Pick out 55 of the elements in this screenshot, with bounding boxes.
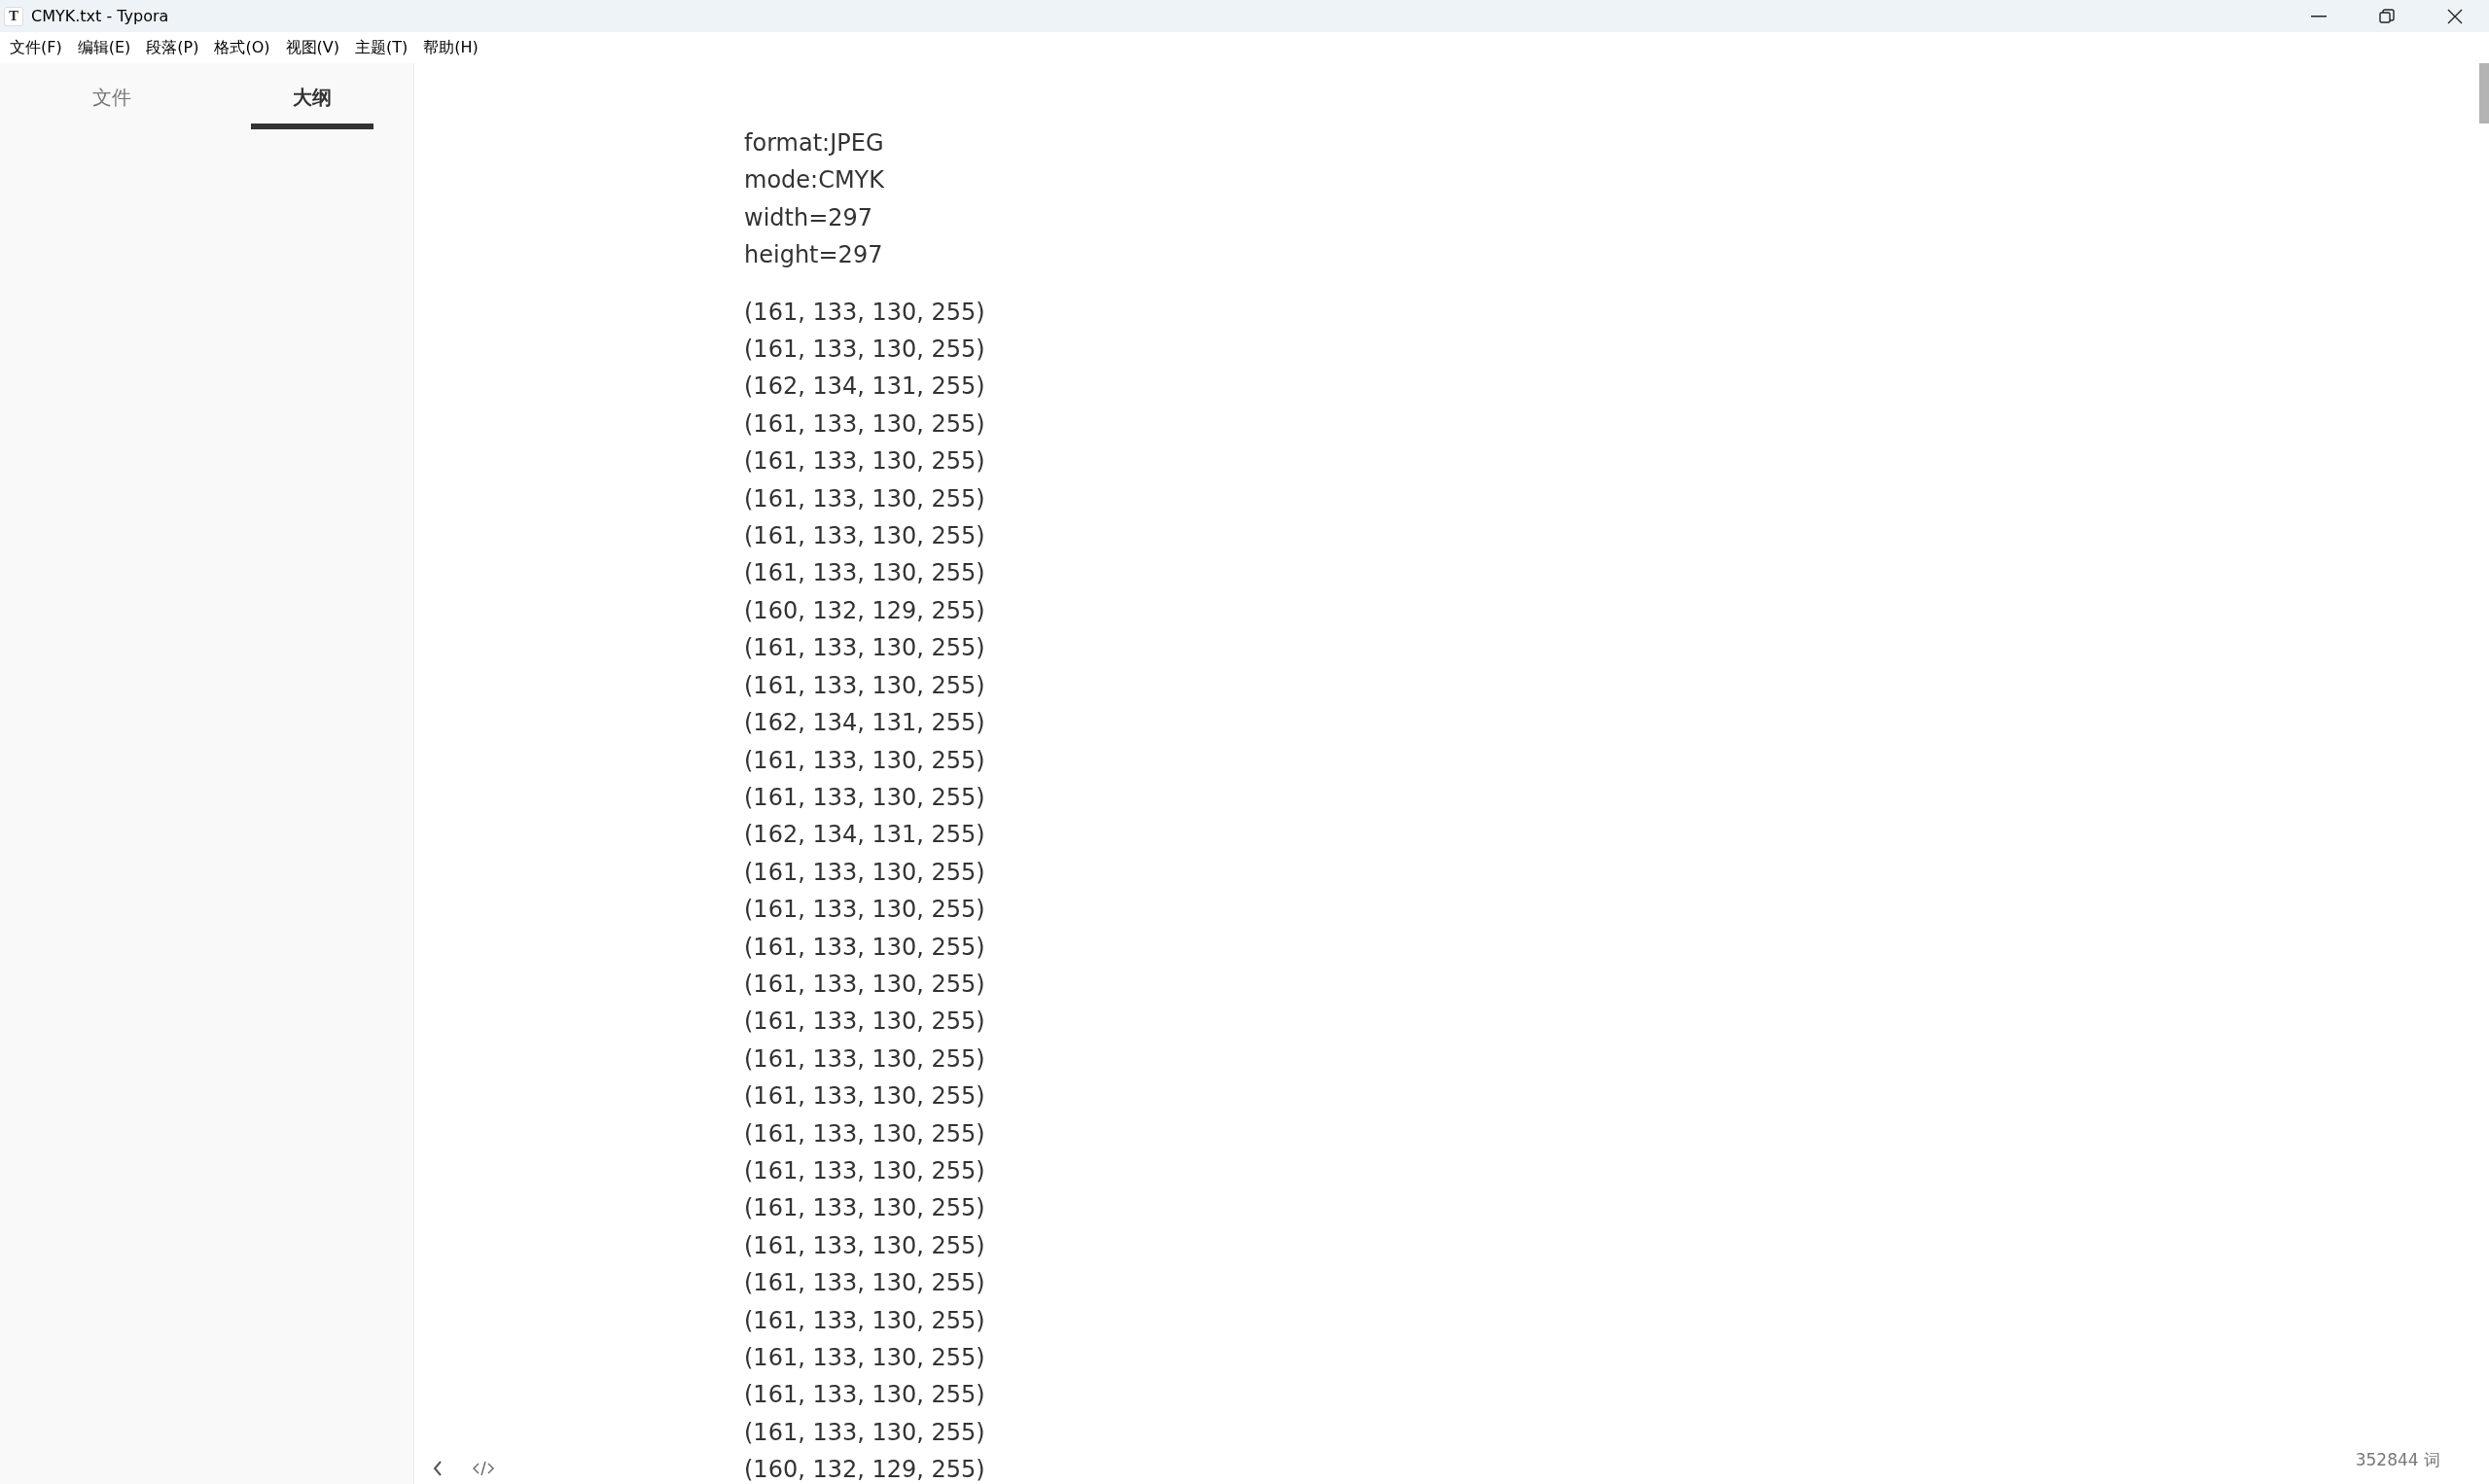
menu-item[interactable]: 段落(P) xyxy=(138,36,207,59)
text-line: (161, 133, 130, 255) xyxy=(744,895,985,926)
text-line: (162, 134, 131, 255) xyxy=(744,820,985,851)
menu-item[interactable]: 主题(T) xyxy=(346,36,416,59)
menu-item[interactable]: 格式(O) xyxy=(206,36,278,59)
source-code-button[interactable] xyxy=(471,1459,496,1478)
text-line: (161, 133, 130, 255) xyxy=(744,297,985,328)
text-line: width=297 xyxy=(744,202,873,233)
text-line: (161, 133, 130, 255) xyxy=(744,1268,985,1299)
text-line: (160, 132, 129, 255) xyxy=(744,1455,985,1484)
text-line: (160, 132, 129, 255) xyxy=(744,595,985,626)
text-line: (161, 133, 130, 255) xyxy=(744,1081,985,1113)
menu-item[interactable]: 视图(V) xyxy=(277,36,347,59)
text-line: (162, 134, 131, 255) xyxy=(744,371,985,403)
word-count: 352844 词 xyxy=(2355,1448,2440,1471)
sidebar-tab[interactable]: 大纲 xyxy=(250,83,373,129)
text-line: (162, 134, 131, 255) xyxy=(744,708,985,739)
text-line: (161, 133, 130, 255) xyxy=(744,745,985,776)
text-line: (161, 133, 130, 255) xyxy=(744,932,985,963)
text-line: (161, 133, 130, 255) xyxy=(744,969,985,1000)
sidebar-tab[interactable]: 文件 xyxy=(50,83,173,129)
menu-item[interactable]: 编辑(E) xyxy=(69,36,139,59)
menu-item[interactable]: 文件(F) xyxy=(2,36,70,59)
app-icon: T xyxy=(4,6,23,26)
code-icon xyxy=(473,1461,494,1476)
restore-icon xyxy=(2379,8,2395,24)
text-line: (161, 133, 130, 255) xyxy=(744,1118,985,1149)
text-line: (161, 133, 130, 255) xyxy=(744,521,985,552)
text-line: (161, 133, 130, 255) xyxy=(744,670,985,701)
text-line: (161, 133, 130, 255) xyxy=(744,1380,985,1411)
text-line: (161, 133, 130, 255) xyxy=(744,1043,985,1075)
close-icon xyxy=(2447,8,2463,24)
text-line: (161, 133, 130, 255) xyxy=(744,1155,985,1186)
text-line: (161, 133, 130, 255) xyxy=(744,446,985,477)
minimize-icon xyxy=(2311,15,2327,18)
menu-item[interactable]: 帮助(H) xyxy=(415,36,486,59)
window-title: CMYK.txt - Typora xyxy=(31,5,169,27)
text-line: (161, 133, 130, 255) xyxy=(744,558,985,589)
text-line: (161, 133, 130, 255) xyxy=(744,1343,985,1373)
scrollbar-thumb xyxy=(2479,63,2489,124)
text-line: (161, 133, 130, 255) xyxy=(744,1007,985,1038)
text-line: (161, 133, 130, 255) xyxy=(744,633,985,664)
text-line: mode:CMYK xyxy=(744,165,884,196)
text-line: (161, 133, 130, 255) xyxy=(744,1230,985,1261)
text-line: (161, 133, 130, 255) xyxy=(744,335,985,366)
text-line: height=297 xyxy=(744,240,883,271)
text-line: (161, 133, 130, 255) xyxy=(744,857,985,888)
text-line: (161, 133, 130, 255) xyxy=(744,1193,985,1224)
chevron-left-icon xyxy=(433,1461,443,1476)
text-line: (161, 133, 130, 255) xyxy=(744,782,985,813)
text-line: (161, 133, 130, 255) xyxy=(744,408,985,440)
text-line: format:JPEG xyxy=(744,128,884,159)
text-line: (161, 133, 130, 255) xyxy=(744,1417,985,1448)
text-line: (161, 133, 130, 255) xyxy=(744,483,985,514)
text-line: (161, 133, 130, 255) xyxy=(744,1305,985,1336)
